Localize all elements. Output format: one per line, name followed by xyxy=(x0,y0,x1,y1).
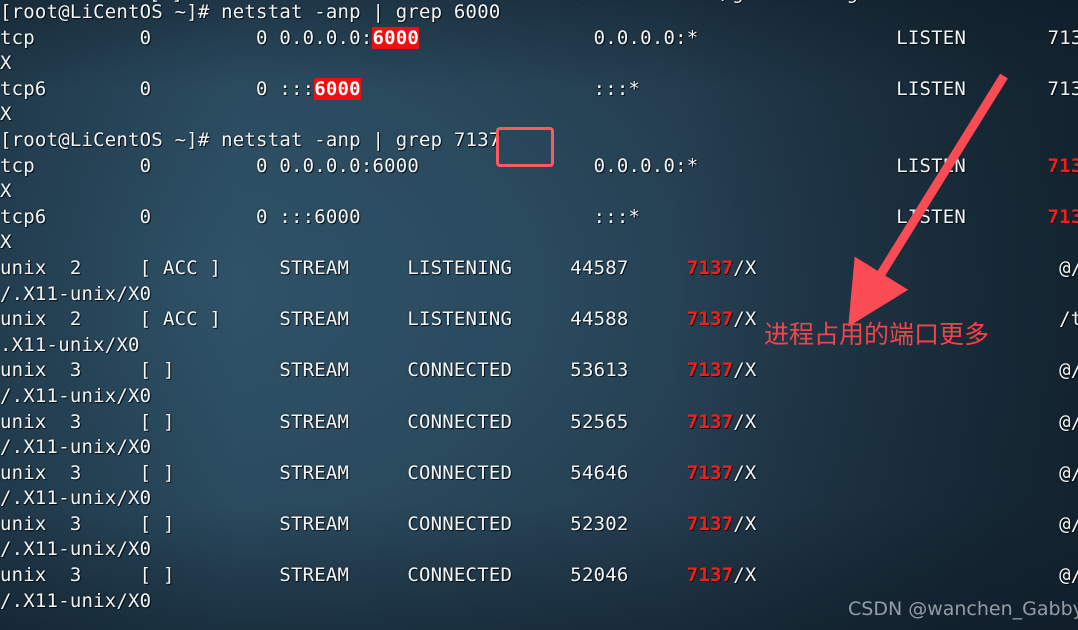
terminal-output: [root@LiCentOS ~]# netstat -anp | grep 6… xyxy=(0,0,1078,614)
netstat-wrap-line: X xyxy=(0,103,12,126)
pid-highlight: 7137 xyxy=(686,461,734,484)
pid-highlight: 7137 xyxy=(1047,154,1078,177)
pid-highlight: 7137 xyxy=(686,256,734,279)
netstat-unix-row: unix 3 [ ] STREAM CONNECTED 54646 7137/X… xyxy=(0,461,1078,484)
netstat-unix-row: unix 3 [ ] STREAM CONNECTED 53613 7137/X… xyxy=(0,359,1078,382)
terminal-command-line-2: [root@LiCentOS ~]# netstat -anp | grep 7… xyxy=(0,128,501,151)
netstat-unix-wrap-line: /.X11-unix/X0 xyxy=(0,436,152,459)
terminal-command-line: [root@LiCentOS ~]# netstat -anp | grep 6… xyxy=(0,1,501,23)
netstat-unix-wrap-line: /.X11-unix/X0 xyxy=(0,384,152,407)
netstat-tcp-row: tcp6 0 0 :::6000 :::* LISTEN 7137/ xyxy=(0,77,1078,100)
netstat-wrap-line: X xyxy=(0,52,12,75)
netstat-unix-row: unix 3 [ ] STREAM CONNECTED 52302 7137/X… xyxy=(0,512,1078,535)
csdn-watermark: CSDN @wanchen_Gabby xyxy=(848,598,1078,620)
netstat-unix-row: unix 3 [ ] STREAM CONNECTED 52565 7137/X… xyxy=(0,410,1078,433)
pid-highlight: 7137 xyxy=(686,308,734,331)
netstat-tcp-row: tcp 0 0 0.0.0.0:6000 0.0.0.0:* LISTEN 71… xyxy=(0,154,1078,180)
pid-highlight: 7137 xyxy=(686,512,734,535)
netstat-wrap-line: X xyxy=(0,180,12,203)
pid-highlight: 7137 xyxy=(686,564,734,587)
netstat-unix-row: unix 2 [ ACC ] STREAM LISTENING 44587 71… xyxy=(0,256,1078,279)
netstat-tcp-row: tcp 0 0 0.0.0.0:6000 0.0.0.0:* LISTEN 71… xyxy=(0,26,1078,49)
netstat-wrap-line: X xyxy=(0,231,12,254)
netstat-tcp-row: tcp6 0 0 :::6000 :::* LISTEN 7137/ xyxy=(0,205,1078,231)
pid-highlight: 7137 xyxy=(686,359,734,382)
grep-match-highlight: 6000 xyxy=(314,77,361,100)
netstat-unix-wrap-line: /.X11-unix/X0 xyxy=(0,487,152,510)
pid-highlight: 7137 xyxy=(1047,205,1078,228)
terminal-window: unix 3 [ ] STREAM CONNECTED 50706 7137/g… xyxy=(0,0,1078,630)
grep-match-highlight: 6000 xyxy=(372,26,420,49)
netstat-unix-wrap-line: /.X11-unix/X0 xyxy=(0,282,152,305)
netstat-unix-wrap-line: /.X11-unix/X0 xyxy=(0,538,152,561)
netstat-unix-row: unix 3 [ ] STREAM CONNECTED 52046 7137/X… xyxy=(0,564,1078,587)
chinese-annotation-text: 进程占用的端口更多 xyxy=(764,320,990,349)
grep-arg-7137: 7137 xyxy=(453,128,501,151)
pid-highlight: 7137 xyxy=(686,410,734,433)
